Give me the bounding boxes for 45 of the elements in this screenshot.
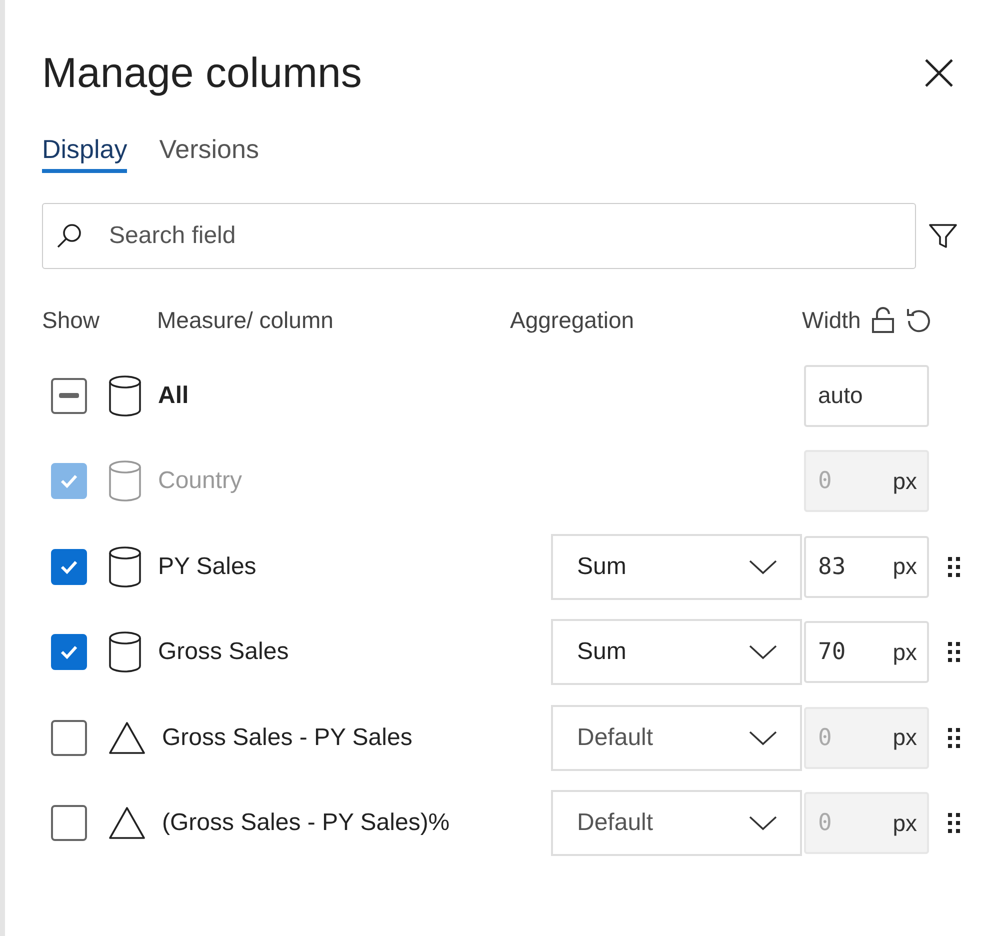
column-name: (Gross Sales - PY Sales)% [162,809,450,838]
aggregation-dropdown[interactable]: Sum [551,534,802,600]
column-name: PY Sales [158,552,256,581]
search-icon [55,222,83,250]
drag-handle-icon[interactable] [947,556,961,578]
width-field[interactable]: 70 px [804,621,929,684]
column-name: Country [158,467,242,496]
tab[interactable]: Display [42,134,128,173]
column-header: Width [802,306,861,334]
checkbox[interactable] [51,805,87,842]
filter-icon[interactable] [928,222,958,250]
width-field[interactable]: 83 px [804,536,929,598]
drag-handle-icon[interactable] [947,812,961,834]
chevron-down-icon [748,728,778,747]
drag-handle-icon[interactable] [947,726,961,749]
checkbox[interactable] [51,378,87,414]
cylinder-icon [108,631,142,674]
column-name: All [158,382,189,410]
lock-icon[interactable] [870,306,895,334]
width-field[interactable]: auto [804,364,929,427]
chevron-down-icon [748,558,778,576]
column-header: Measure/ column [157,306,334,334]
reset-icon[interactable] [904,306,933,334]
cylinder-icon [108,546,142,588]
column-name: Gross Sales [158,638,289,666]
drag-handle-icon[interactable] [947,641,961,664]
tab[interactable]: Versions [159,134,259,173]
column-header: Aggregation [510,306,636,334]
cylinder-icon [108,460,142,502]
checkbox[interactable] [51,720,87,756]
dialog-title: Manage columns [42,49,362,97]
column-header: Show [42,306,101,334]
checkbox[interactable] [51,634,87,670]
aggregation-dropdown[interactable]: Default [551,790,802,856]
search-field[interactable]: Search field [42,203,916,269]
chevron-down-icon [748,814,778,832]
column-name: Gross Sales - PY Sales [162,724,412,752]
cylinder-icon [108,374,142,417]
search-input[interactable]: Search field [107,221,915,251]
triangle-icon [108,806,146,840]
chevron-down-icon [748,643,778,662]
aggregation-dropdown[interactable]: Default [551,704,802,771]
aggregation-dropdown[interactable]: Sum [551,619,802,686]
triangle-icon [108,720,146,755]
checkbox[interactable] [51,548,87,585]
